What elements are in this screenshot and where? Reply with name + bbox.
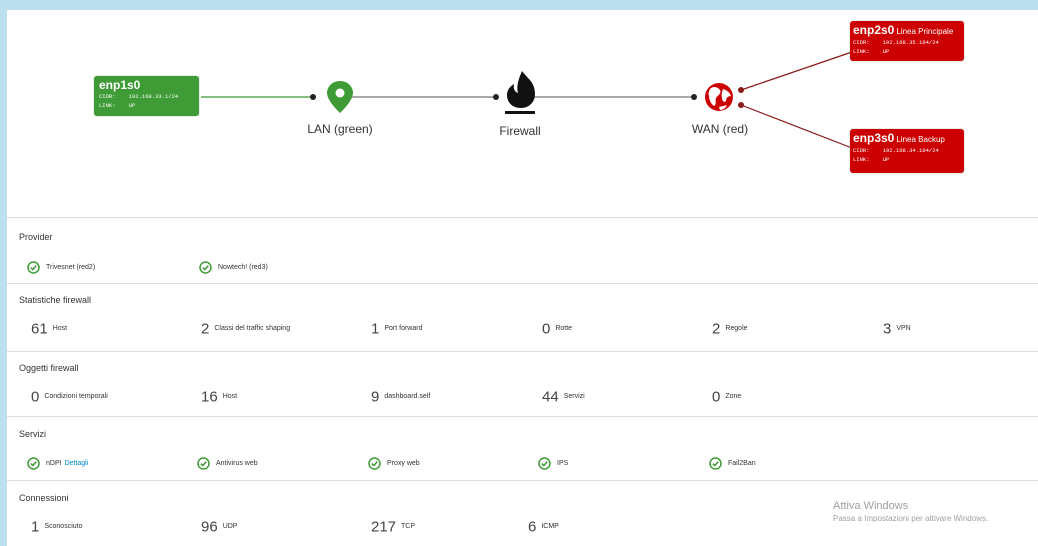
object-item: 44 Servizi <box>542 388 585 406</box>
check-circle-icon <box>27 261 40 275</box>
stat-item: 1 Port forward <box>371 320 423 338</box>
connection-item: 96 UDP <box>201 518 238 536</box>
iface-name-line: enp2s0 Linea Principale <box>853 23 954 37</box>
connection-item: 1 Sconosciuto <box>31 518 83 536</box>
provider-item: Trivesnet (red2) <box>27 259 95 277</box>
service-item: Antivirus web <box>197 455 258 473</box>
stat-item: 3 VPN <box>883 320 911 338</box>
iface-cidr: CIDR: 192.168.35.104/24 <box>853 39 939 46</box>
object-item: 0 Condizioni temporali <box>31 388 108 406</box>
connection-item: 6 ICMP <box>528 518 559 536</box>
iface-link: LINK: UP <box>853 48 890 55</box>
check-circle-icon <box>538 457 551 471</box>
lan-left-dot <box>310 94 316 100</box>
iface-name-line: enp3s0 Linea Backup <box>853 131 945 145</box>
iface-link: LINK: UP <box>99 102 136 109</box>
wan-right-dot-2 <box>738 102 744 108</box>
firewall-objects-section: Oggetti firewall 0 Condizioni temporali 1… <box>7 351 1038 418</box>
object-item: 9 dashboard.self <box>371 388 431 406</box>
dashboard-page: enp1s0 CIDR: 192.168.33.1/24 LINK: UP en… <box>7 10 1038 546</box>
details-link[interactable]: Dettagli <box>65 460 89 467</box>
service-item: Proxy web <box>368 455 420 473</box>
object-item: 0 Zone <box>712 388 742 406</box>
check-circle-icon <box>197 457 210 471</box>
iface-cidr: CIDR: 192.168.34.104/24 <box>853 147 939 154</box>
connection-item: 217 TCP <box>371 518 416 536</box>
activation-title: Attiva Windows <box>833 500 909 512</box>
section-title: Statistiche firewall <box>19 295 92 305</box>
wan-left-dot <box>691 94 697 100</box>
iface-cidr: CIDR: 192.168.33.1/24 <box>99 93 179 100</box>
red-interface-box-1[interactable]: enp2s0 Linea Principale CIDR: 192.168.35.… <box>850 21 964 61</box>
network-topology: enp1s0 CIDR: 192.168.33.1/24 LINK: UP en… <box>7 10 1038 215</box>
stat-item: 2 Regole <box>712 320 748 338</box>
firewall-left-dot <box>493 94 499 100</box>
service-item: nDPI Dettagli <box>27 455 88 473</box>
stat-item: 2 Classi del traffic shaping <box>201 320 291 338</box>
check-circle-icon <box>709 457 722 471</box>
service-item: IPS <box>538 455 568 473</box>
firewall-label: Firewall <box>499 124 541 138</box>
object-item: 16 Host <box>201 388 238 406</box>
check-circle-icon <box>368 457 381 471</box>
stat-item: 0 Rotte <box>542 320 573 338</box>
section-title: Servizi <box>19 429 47 439</box>
section-title: Oggetti firewall <box>19 363 79 373</box>
red-link-line-1 <box>740 51 853 91</box>
wan-label: WAN (red) <box>691 122 749 136</box>
check-circle-icon <box>199 261 212 275</box>
iface-link: LINK: UP <box>853 156 890 163</box>
stat-item: 61 Host <box>31 320 68 338</box>
map-pin-icon <box>327 81 353 113</box>
globe-icon <box>705 83 733 111</box>
wan-right-dot-1 <box>738 87 744 93</box>
provider-section: Provider Trivesnet (red2) Nowtech! (red3… <box>7 217 1038 283</box>
section-title: Provider <box>19 232 53 242</box>
windows-activation-watermark: Attiva Windows Passa a Impostazioni per … <box>833 500 988 523</box>
flame-icon <box>505 71 535 114</box>
red-interface-box-2[interactable]: enp3s0 Linea Backup CIDR: 192.168.34.104/… <box>850 129 964 173</box>
service-item: Fail2Ban <box>709 455 756 473</box>
services-section: Servizi nDPI Dettagli Antivirus web Proxy… <box>7 416 1038 481</box>
firewall-stats-section: Statistiche firewall 61 Host 2 Classi del … <box>7 283 1038 351</box>
iface-name: enp1s0 <box>99 78 141 92</box>
section-title: Connessioni <box>19 493 69 503</box>
check-circle-icon <box>27 457 40 471</box>
green-interface-box[interactable]: enp1s0 CIDR: 192.168.33.1/24 LINK: UP <box>94 76 199 116</box>
activation-subtitle: Passa a Impostazioni per attivare Window… <box>833 514 989 523</box>
lan-label: LAN (green) <box>307 122 373 136</box>
provider-item: Nowtech! (red3) <box>199 259 268 277</box>
